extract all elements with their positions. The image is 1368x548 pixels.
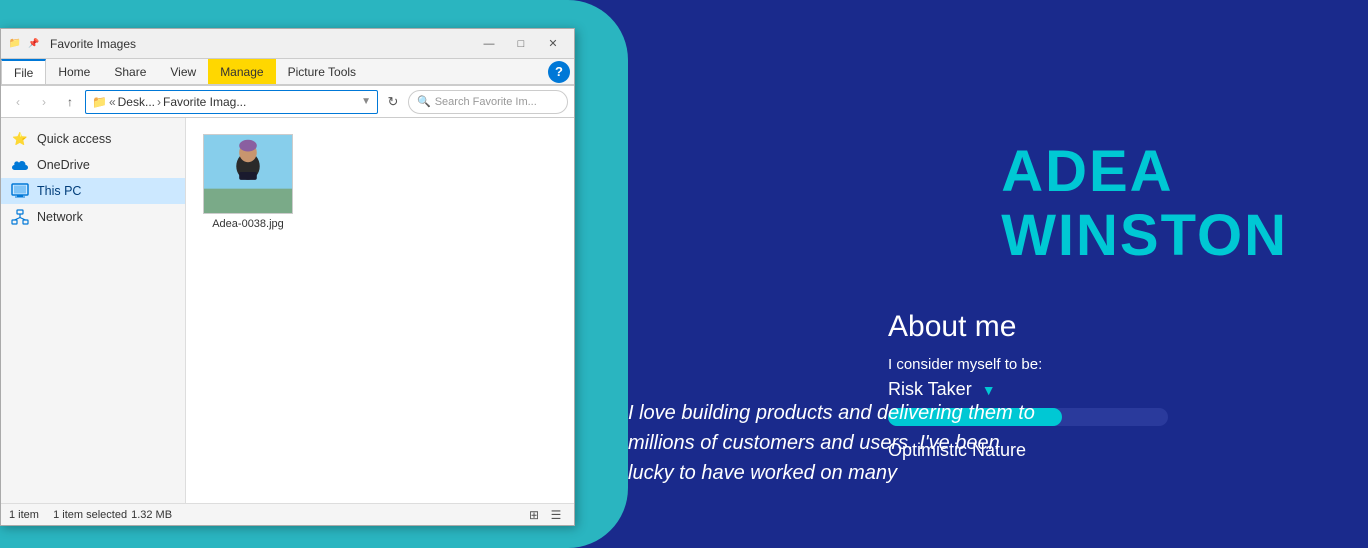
close-button[interactable]: ✕ [538, 34, 568, 54]
status-selection: 1 item selected [53, 509, 127, 521]
main-content: ⭐ Quick access OneDrive [1, 118, 574, 503]
sidebar-label-this-pc: This PC [37, 184, 81, 198]
cloud-icon [11, 156, 29, 174]
tab-file[interactable]: File [1, 59, 46, 84]
breadcrumb-desk[interactable]: Desk... [118, 95, 155, 109]
breadcrumb-folder-icon: 📁 [92, 95, 107, 109]
sidebar-item-this-pc[interactable]: This PC [1, 178, 185, 204]
explorer-window: 📁 📌 Favorite Images — □ ✕ File Home Shar… [0, 28, 575, 526]
sidebar-item-onedrive[interactable]: OneDrive [1, 152, 185, 178]
consider-label: I consider myself to be: [888, 356, 1288, 373]
search-icon: 🔍 [417, 95, 431, 108]
file-item[interactable]: Adea-0038.jpg [198, 130, 298, 234]
risk-taker-label: Risk Taker [888, 379, 972, 400]
minimize-button[interactable]: — [474, 34, 504, 54]
address-bar: ‹ › ↑ 📁 « Desk... › Favorite Imag... ▼ ↻… [1, 86, 574, 118]
about-title: About me [888, 310, 1288, 344]
quote-text: I love building products and delivering … [628, 398, 1048, 488]
up-button[interactable]: ↑ [59, 91, 81, 113]
pc-icon [11, 182, 29, 200]
title-bar-pin: 📌 [26, 36, 42, 52]
ribbon-tabs: File Home Share View Manage Picture Tool… [1, 59, 574, 85]
star-icon: ⭐ [11, 130, 29, 148]
breadcrumb-favorite[interactable]: Favorite Imag... [163, 95, 246, 109]
tab-view[interactable]: View [158, 59, 208, 84]
title-bar-icons: 📁 📌 [7, 36, 42, 52]
network-icon [11, 208, 29, 226]
status-item-count: 1 item [9, 509, 39, 521]
profile-name: ADEA WINSTON [1001, 140, 1288, 268]
file-name: Adea-0038.jpg [212, 218, 284, 230]
address-box[interactable]: 📁 « Desk... › Favorite Imag... ▼ [85, 90, 378, 114]
view-medium-icons[interactable]: ⊞ [524, 506, 544, 524]
panel-curve [568, 0, 628, 548]
window-controls: — □ ✕ [474, 34, 568, 54]
search-placeholder: Search Favorite Im... [435, 96, 537, 108]
breadcrumb-dropdown[interactable]: ▼ [361, 96, 371, 107]
view-details[interactable]: ☰ [546, 506, 566, 524]
status-sep [43, 509, 49, 521]
tab-picture-tools[interactable]: Picture Tools [276, 59, 368, 84]
status-bar: 1 item 1 item selected 1.32 MB ⊞ ☰ [1, 503, 574, 525]
refresh-button[interactable]: ↻ [382, 91, 404, 113]
sidebar-label-onedrive: OneDrive [37, 158, 90, 172]
title-bar: 📁 📌 Favorite Images — □ ✕ [1, 29, 574, 59]
sidebar-item-network[interactable]: Network [1, 204, 185, 230]
status-bar-right: ⊞ ☰ [524, 506, 566, 524]
sidebar-label-network: Network [37, 210, 83, 224]
sidebar-label-quick-access: Quick access [37, 132, 111, 146]
profile-name-line1: ADEA [1001, 140, 1288, 204]
sidebar-item-quick-access[interactable]: ⭐ Quick access [1, 126, 185, 152]
search-box[interactable]: 🔍 Search Favorite Im... [408, 90, 568, 114]
file-thumbnail [203, 134, 293, 214]
help-button[interactable]: ? [548, 61, 570, 83]
risk-taker-row: Risk Taker ▼ [888, 379, 1288, 400]
forward-button[interactable]: › [33, 91, 55, 113]
profile-panel: ADEA WINSTON About me I consider myself … [568, 0, 1368, 548]
status-size: 1.32 MB [131, 509, 172, 521]
tab-manage[interactable]: Manage [208, 59, 275, 84]
ribbon: File Home Share View Manage Picture Tool… [1, 59, 574, 86]
quote-section: I love building products and delivering … [628, 398, 1048, 488]
sidebar: ⭐ Quick access OneDrive [1, 118, 186, 503]
tab-share[interactable]: Share [102, 59, 158, 84]
tab-home[interactable]: Home [46, 59, 102, 84]
profile-name-line2: WINSTON [1001, 204, 1288, 268]
maximize-button[interactable]: □ [506, 34, 536, 54]
dropdown-arrow-icon[interactable]: ▼ [982, 382, 996, 398]
file-area: Adea-0038.jpg [186, 118, 574, 503]
breadcrumb-arrow: › [157, 95, 161, 109]
window-title: Favorite Images [46, 37, 474, 51]
breadcrumb-sep1: « [109, 95, 116, 109]
back-button[interactable]: ‹ [7, 91, 29, 113]
photo-svg [204, 134, 292, 214]
folder-icon: 📁 [7, 36, 23, 52]
